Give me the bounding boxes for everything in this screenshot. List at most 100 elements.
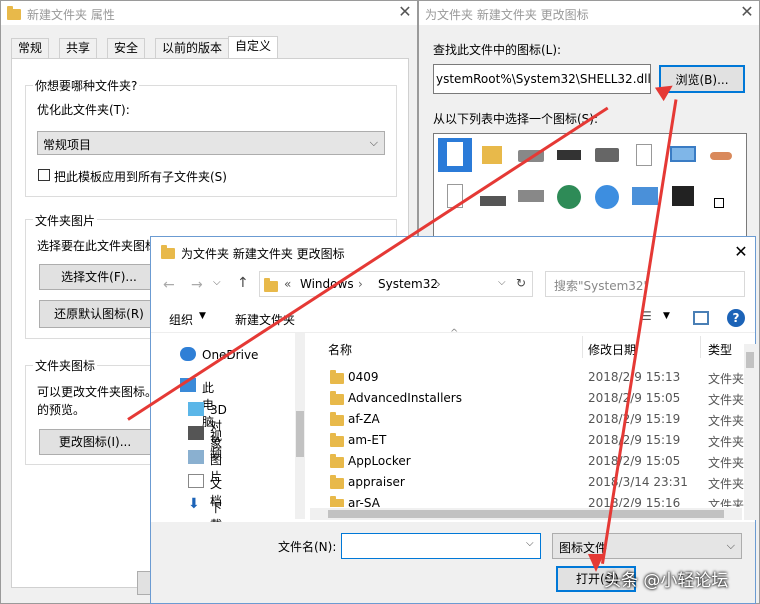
icon-file-path-value: ystemRoot%\System32\SHELL32.dll <box>436 72 651 86</box>
file-date: 2018/2/9 15:19 <box>588 433 681 447</box>
column-header-name[interactable]: 名称 <box>328 341 352 358</box>
close-icon[interactable]: ✕ <box>737 2 757 21</box>
breadcrumb-system32[interactable]: System32 <box>378 277 438 291</box>
file-type: 文件夹 <box>708 372 745 386</box>
file-name: ar-SA <box>348 496 380 507</box>
view-chevron-icon[interactable]: ▼ <box>663 311 670 321</box>
breadcrumb-overflow[interactable]: « <box>284 277 291 291</box>
file-type-filter-select[interactable]: 图标文件 ⌵ <box>552 533 742 559</box>
file-list-scrollbar[interactable] <box>744 344 756 520</box>
folder-icon <box>330 433 344 447</box>
sort-up-icon: ^ <box>450 328 459 339</box>
file-row[interactable]: AdvancedInstallers 2018/2/9 15:05 文件夹 <box>326 388 746 409</box>
tab-previous-versions[interactable]: 以前的版本 <box>155 38 230 58</box>
picture-icon <box>188 450 204 464</box>
optimize-select[interactable]: 常规项目 ⌵ <box>37 131 385 155</box>
organize-button[interactable]: 组织 <box>169 311 193 328</box>
file-type: 文件夹 <box>708 456 745 470</box>
tab-security[interactable]: 安全 <box>107 38 146 58</box>
file-row[interactable]: AppLocker 2018/2/9 15:05 文件夹 <box>326 451 746 472</box>
pictures-group-label: 文件夹图片 <box>33 212 98 229</box>
change-icon-title: 为文件夹 新建文件夹 更改图标 <box>425 8 589 22</box>
close-icon[interactable]: ✕ <box>395 2 415 21</box>
tab-general[interactable]: 常规 <box>11 38 50 58</box>
folder-icon <box>330 475 344 489</box>
file-list-scrollbar-thumb[interactable] <box>746 352 754 368</box>
globe-icon[interactable] <box>552 180 586 214</box>
apply-subfolders-checkbox[interactable] <box>38 169 50 181</box>
file-name: appraiser <box>348 475 405 489</box>
annotation-arrowhead <box>588 554 604 572</box>
network-drive-icon[interactable] <box>514 180 548 214</box>
shortcut-window-icon[interactable] <box>666 180 700 214</box>
keyboard-icon[interactable] <box>476 180 510 214</box>
network-globe-icon[interactable] <box>590 180 624 214</box>
file-type: 文件夹 <box>708 414 745 428</box>
chip-icon[interactable] <box>552 138 586 172</box>
tab-customize[interactable]: 自定义 <box>228 36 279 59</box>
cloud-icon <box>180 347 196 361</box>
network-document-icon[interactable] <box>628 138 662 172</box>
hand-icon[interactable] <box>704 138 738 172</box>
column-header-type[interactable]: 类型 <box>708 341 732 358</box>
file-date: 2018/2/9 15:05 <box>588 391 681 405</box>
file-row[interactable]: ar-SA 2018/2/9 15:16 文件夹 <box>326 493 746 507</box>
chevron-down-icon[interactable]: ⌵ <box>526 538 534 549</box>
breadcrumb-separator-icon: › <box>436 277 441 291</box>
address-dropdown-icon[interactable]: ⌵ <box>498 277 506 288</box>
back-arrow-icon[interactable]: ← <box>163 277 175 293</box>
organize-chevron-icon: ▼ <box>199 311 206 321</box>
filename-input[interactable]: ⌵ <box>341 533 541 559</box>
file-type: 文件夹 <box>708 477 745 491</box>
column-divider <box>582 336 583 358</box>
horizontal-scrollbar-thumb[interactable] <box>328 510 724 518</box>
file-date: 2018/2/9 15:16 <box>588 496 681 507</box>
choose-file-button[interactable]: 选择文件(F)... <box>39 264 159 290</box>
shortcut-arrow-icon[interactable] <box>704 180 738 214</box>
change-icon-titlebar: 为文件夹 新建文件夹 更改图标 ✕ <box>419 1 759 25</box>
folder-icon <box>330 391 344 405</box>
file-row[interactable]: af-ZA 2018/2/9 15:19 文件夹 <box>326 409 746 430</box>
preview-pane-icon[interactable] <box>693 311 709 325</box>
address-bar[interactable]: « Windows › System32 › ⌵ ↻ <box>259 271 533 297</box>
file-row[interactable]: 0409 2018/2/9 15:13 文件夹 <box>326 367 746 388</box>
folder-icon[interactable] <box>476 138 510 172</box>
change-icon-text-1: 可以更改文件夹图标。 <box>37 385 158 399</box>
dialog-titlebar: 为文件夹 新建文件夹 更改图标 ✕ <box>151 237 755 267</box>
nav-scrollbar-thumb[interactable] <box>296 411 304 457</box>
file-type: 文件夹 <box>708 393 745 407</box>
forward-arrow-icon[interactable]: → <box>191 277 203 293</box>
printer-icon[interactable] <box>590 138 624 172</box>
folder-icon <box>330 412 344 426</box>
file-name: AppLocker <box>348 454 411 468</box>
blank-document-icon[interactable] <box>438 138 472 172</box>
folder-icon <box>330 454 344 468</box>
breadcrumb-separator-icon: › <box>358 277 363 291</box>
file-row[interactable]: am-ET 2018/2/9 15:19 文件夹 <box>326 430 746 451</box>
change-icon-button[interactable]: 更改图标(I)... <box>39 429 151 455</box>
column-header-date[interactable]: 修改日期 <box>588 341 636 358</box>
file-name: am-ET <box>348 433 387 447</box>
file-type: 文件夹 <box>708 498 745 507</box>
recent-chevron-icon[interactable]: ⌵ <box>213 277 221 288</box>
file-name: 0409 <box>348 370 379 384</box>
icon-file-path-input[interactable]: ystemRoot%\System32\SHELL32.dll <box>433 64 651 94</box>
filename-label: 文件名(N): <box>278 540 337 554</box>
folder-icon <box>330 370 344 384</box>
close-icon[interactable]: ✕ <box>731 242 751 261</box>
change-icon-text-2: 的预览。 <box>37 403 86 417</box>
display-icon[interactable] <box>666 138 700 172</box>
choose-file-text: 选择要在此文件夹图标 <box>37 239 158 253</box>
up-arrow-icon[interactable]: ↑ <box>237 275 249 291</box>
document-icon <box>188 474 204 488</box>
cube-icon <box>188 402 204 416</box>
refresh-icon[interactable]: ↻ <box>516 276 526 290</box>
restore-default-icon-button[interactable]: 还原默认图标(R) <box>39 300 159 328</box>
optimize-label: 优化此文件夹(T): <box>37 103 130 117</box>
icons-group-label: 文件夹图标 <box>33 357 98 374</box>
tab-sharing[interactable]: 共享 <box>59 38 98 58</box>
help-icon[interactable]: ? <box>727 309 745 327</box>
film-icon <box>188 426 204 440</box>
chevron-down-icon: ⌵ <box>369 136 378 149</box>
file-row[interactable]: appraiser 2018/3/14 23:31 文件夹 <box>326 472 746 493</box>
